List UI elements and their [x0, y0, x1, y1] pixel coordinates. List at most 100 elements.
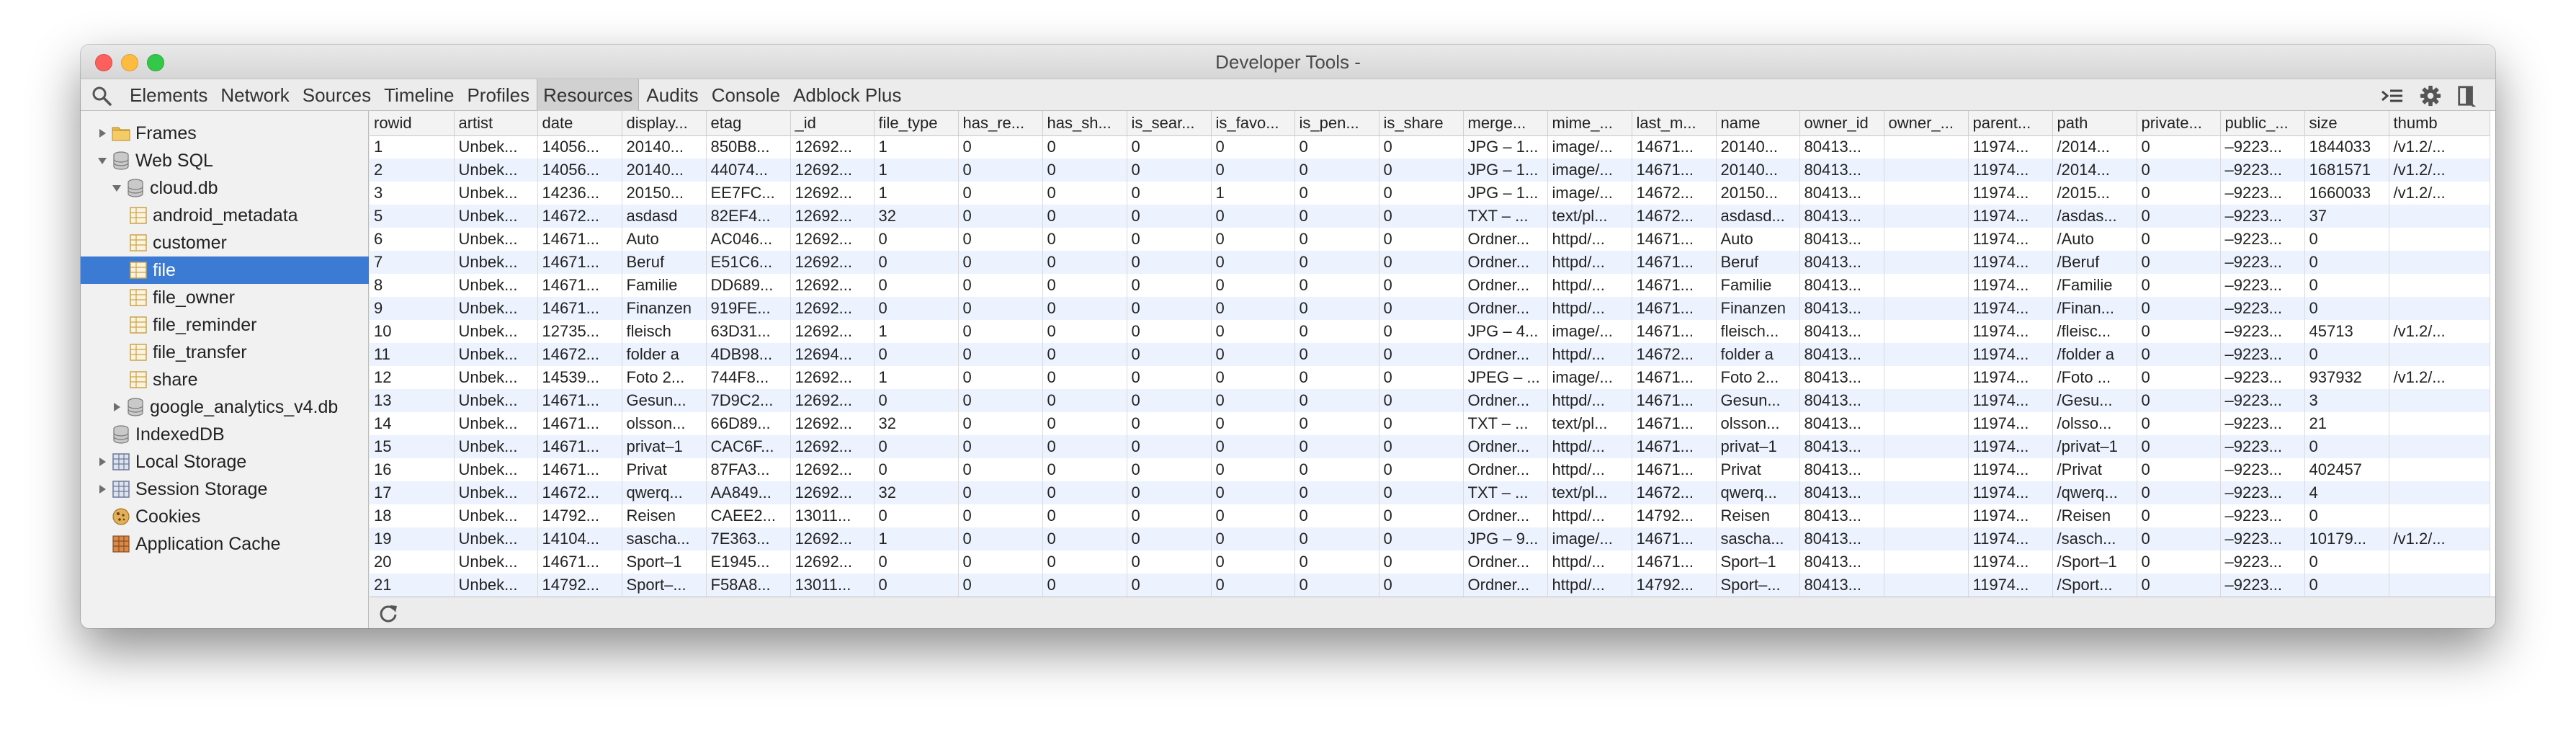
table-cell: httpd/... [1547, 251, 1632, 274]
column-header-size[interactable]: size [2304, 111, 2389, 136]
sidebar-item-label: customer [153, 232, 227, 253]
table-row[interactable]: 18 Unbek... 14792... Reisen CAEE2... 13011...… [370, 504, 2490, 527]
table-cell: 0 [1211, 389, 1295, 412]
table-cell: –9223... [2220, 366, 2305, 389]
table-row[interactable]: 7 Unbek... 14671... Beruf E51C6... 12692... 0 0… [370, 251, 2490, 274]
table-row[interactable]: 1 Unbek... 14056... 20140... 850B8... 12692..… [370, 135, 2490, 159]
sidebar-item-file-reminder[interactable]: file_reminder [81, 311, 369, 339]
table-row[interactable]: 2 Unbek... 14056... 20140... 44074... 12692..… [370, 159, 2490, 182]
sidebar-item-customer[interactable]: customer [81, 229, 369, 256]
table-row[interactable]: 16 Unbek... 14671... Privat 87FA3... 12692...… [370, 458, 2490, 481]
column-header-is-sear[interactable]: is_sear... [1127, 111, 1212, 136]
column-header-is-favo[interactable]: is_favo... [1211, 111, 1295, 136]
disclosure-triangle-right-icon[interactable] [97, 483, 108, 495]
sidebar-item-file-owner[interactable]: file_owner [81, 284, 369, 311]
column-header-is-pen[interactable]: is_pen... [1294, 111, 1379, 136]
column-header-has-sh[interactable]: has_sh... [1042, 111, 1127, 136]
column-header-display[interactable]: display... [622, 111, 707, 136]
column-header-artist[interactable]: artist [454, 111, 538, 136]
table-cell: 0 [1294, 274, 1379, 297]
dock-side-icon[interactable] [2456, 85, 2477, 107]
column-header-is-share[interactable]: is_share [1379, 111, 1464, 136]
column-header-has-re[interactable]: has_re... [958, 111, 1043, 136]
table-cell: 0 [958, 135, 1043, 159]
console-drawer-icon[interactable] [2380, 85, 2405, 107]
table-row[interactable]: 6 Unbek... 14671... Auto AC046... 12692... 0 0 0… [370, 228, 2490, 251]
tab-audits[interactable]: Audits [640, 79, 704, 111]
table-row[interactable]: 19 Unbek... 14104... sascha... 7E363... 12692… [370, 527, 2490, 550]
table-cell: httpd/... [1547, 435, 1632, 458]
table-row[interactable]: 12 Unbek... 14539... Foto 2... 744F8... 12692… [370, 366, 2490, 389]
tab-elements[interactable]: Elements [124, 79, 213, 111]
disclosure-triangle-right-icon[interactable] [111, 401, 122, 413]
column-header-rowid[interactable]: rowid [370, 111, 455, 136]
disclosure-triangle-right-icon[interactable] [97, 456, 108, 468]
tab-adblock-plus[interactable]: Adblock Plus [787, 79, 907, 111]
sidebar-item-cloud-db[interactable]: cloud.db [81, 174, 369, 202]
column-header-mime[interactable]: mime_... [1547, 111, 1632, 136]
gear-icon[interactable] [2419, 85, 2442, 107]
column-header-date[interactable]: date [537, 111, 622, 136]
table-row[interactable]: 5 Unbek... 14672... asdasd 82EF4... 12692... 3… [370, 205, 2490, 228]
sidebar-item-frames[interactable]: Frames [81, 120, 369, 147]
table-row[interactable]: 10 Unbek... 12735... fleisch 63D31... 12692..… [370, 320, 2490, 343]
column-header-owner[interactable]: owner_... [1884, 111, 1969, 136]
disclosure-triangle-right-icon[interactable] [97, 128, 108, 139]
column-header-file-type[interactable]: file_type [874, 111, 959, 136]
table-row[interactable]: 20 Unbek... 14671... Sport–1 E1945... 12692..… [370, 550, 2490, 574]
table-row[interactable]: 3 Unbek... 14236... 20150... EE7FC... 12692..… [370, 182, 2490, 205]
column-header-path[interactable]: path [2052, 111, 2137, 136]
table-cell: 402457 [2304, 458, 2389, 481]
sidebar-item-file-transfer[interactable]: file_transfer [81, 339, 369, 366]
column-header-merge[interactable]: merge... [1463, 111, 1548, 136]
disclosure-triangle-down-icon[interactable] [97, 155, 108, 166]
tab-profiles[interactable]: Profiles [461, 79, 535, 111]
table-row[interactable]: 15 Unbek... 14671... privat–1 CAC6F... 12692.… [370, 435, 2490, 458]
column-header-public[interactable]: public_... [2220, 111, 2305, 136]
table-cell: Ordner... [1463, 435, 1548, 458]
tab-timeline[interactable]: Timeline [378, 79, 460, 111]
sidebar-item-cookies[interactable]: Cookies [81, 503, 369, 530]
table-cell: 0 [1379, 550, 1464, 574]
table-cell: 0 [958, 366, 1043, 389]
table-row[interactable]: 21 Unbek... 14792... Sport–... F58A8... 13011… [370, 574, 2490, 597]
tab-console[interactable]: Console [706, 79, 786, 111]
data-grid: rowid artist date display... etag _id file_typ… [370, 111, 2495, 597]
table-row[interactable]: 9 Unbek... 14671... Finanzen 919FE... 12692..… [370, 297, 2490, 320]
sidebar-item-indexeddb[interactable]: IndexedDB [81, 421, 369, 448]
database-icon [113, 151, 129, 170]
sidebar-item-web-sql[interactable]: Web SQL [81, 147, 369, 174]
table-row[interactable]: 11 Unbek... 14672... folder a 4DB98... 12694.… [370, 343, 2490, 366]
sidebar-item-android-metadata[interactable]: android_metadata [81, 202, 369, 229]
column-header-id[interactable]: _id [790, 111, 875, 136]
table-cell: 10 [370, 320, 455, 343]
sidebar-item-file[interactable]: file [81, 256, 369, 284]
sidebar-item-share[interactable]: share [81, 366, 369, 393]
table-row[interactable]: 14 Unbek... 14671... olsson... 66D89... 12692… [370, 412, 2490, 435]
sidebar-item-application-cache[interactable]: Application Cache [81, 530, 369, 558]
table-cell: 20140... [622, 135, 707, 159]
table-cell: 37 [2304, 205, 2389, 228]
table-row[interactable]: 17 Unbek... 14672... qwerq... AA849... 12692.… [370, 481, 2490, 504]
column-header-etag[interactable]: etag [706, 111, 791, 136]
table-cell: Finanzen [1716, 297, 1800, 320]
column-header-private[interactable]: private... [2137, 111, 2221, 136]
column-header-parent[interactable]: parent... [1968, 111, 2053, 136]
disclosure-triangle-down-icon[interactable] [111, 182, 122, 194]
column-header-name[interactable]: name [1716, 111, 1800, 136]
search-icon[interactable] [91, 85, 112, 107]
tab-sources[interactable]: Sources [297, 79, 377, 111]
table-cell: Auto [1716, 228, 1800, 251]
table-cell: 7E363... [706, 527, 791, 550]
refresh-icon[interactable] [378, 603, 398, 623]
sidebar-item-local-storage[interactable]: Local Storage [81, 448, 369, 476]
column-header-last-m[interactable]: last_m... [1632, 111, 1717, 136]
sidebar-item-google-analytics-v4-db[interactable]: google_analytics_v4.db [81, 393, 369, 421]
tab-network[interactable]: Network [215, 79, 295, 111]
sidebar-item-session-storage[interactable]: Session Storage [81, 476, 369, 503]
table-row[interactable]: 8 Unbek... 14671... Familie DD689... 12692...… [370, 274, 2490, 297]
tab-resources[interactable]: Resources [537, 79, 640, 111]
column-header-thumb[interactable]: thumb [2389, 111, 2490, 136]
column-header-owner-id[interactable]: owner_id [1799, 111, 1884, 136]
table-row[interactable]: 13 Unbek... 14671... Gesun... 7D9C2... 12692.… [370, 389, 2490, 412]
